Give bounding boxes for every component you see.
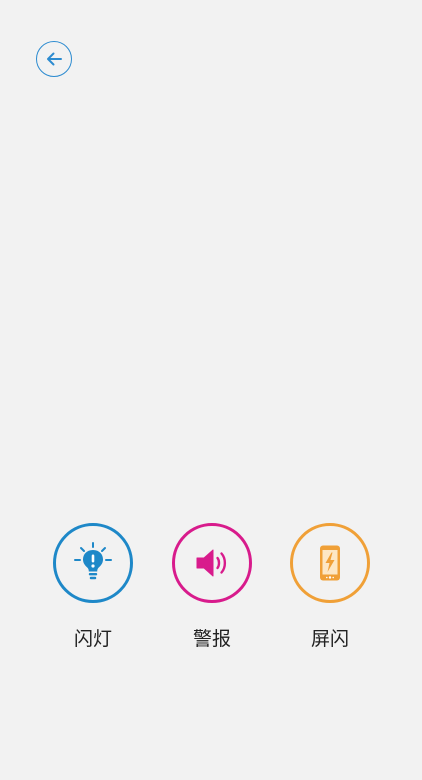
lightbulb-alert-icon: [70, 540, 116, 586]
alarm-button[interactable]: 警报: [152, 523, 272, 651]
flash-light-ring: [53, 523, 133, 603]
screen-flash-button[interactable]: 屏闪: [270, 523, 390, 651]
flash-light-label: 闪灯: [73, 628, 112, 650]
flash-light-button[interactable]: 闪灯: [33, 523, 153, 651]
screen-flash-label: 屏闪: [310, 628, 349, 650]
phone-flash-icon: [310, 543, 350, 583]
alarm-label: 警报: [192, 628, 231, 650]
speaker-icon: [190, 541, 234, 585]
screen-flash-ring: [290, 523, 370, 603]
arrow-left-icon: [43, 48, 65, 70]
alarm-ring: [172, 523, 252, 603]
back-button[interactable]: [36, 41, 72, 77]
